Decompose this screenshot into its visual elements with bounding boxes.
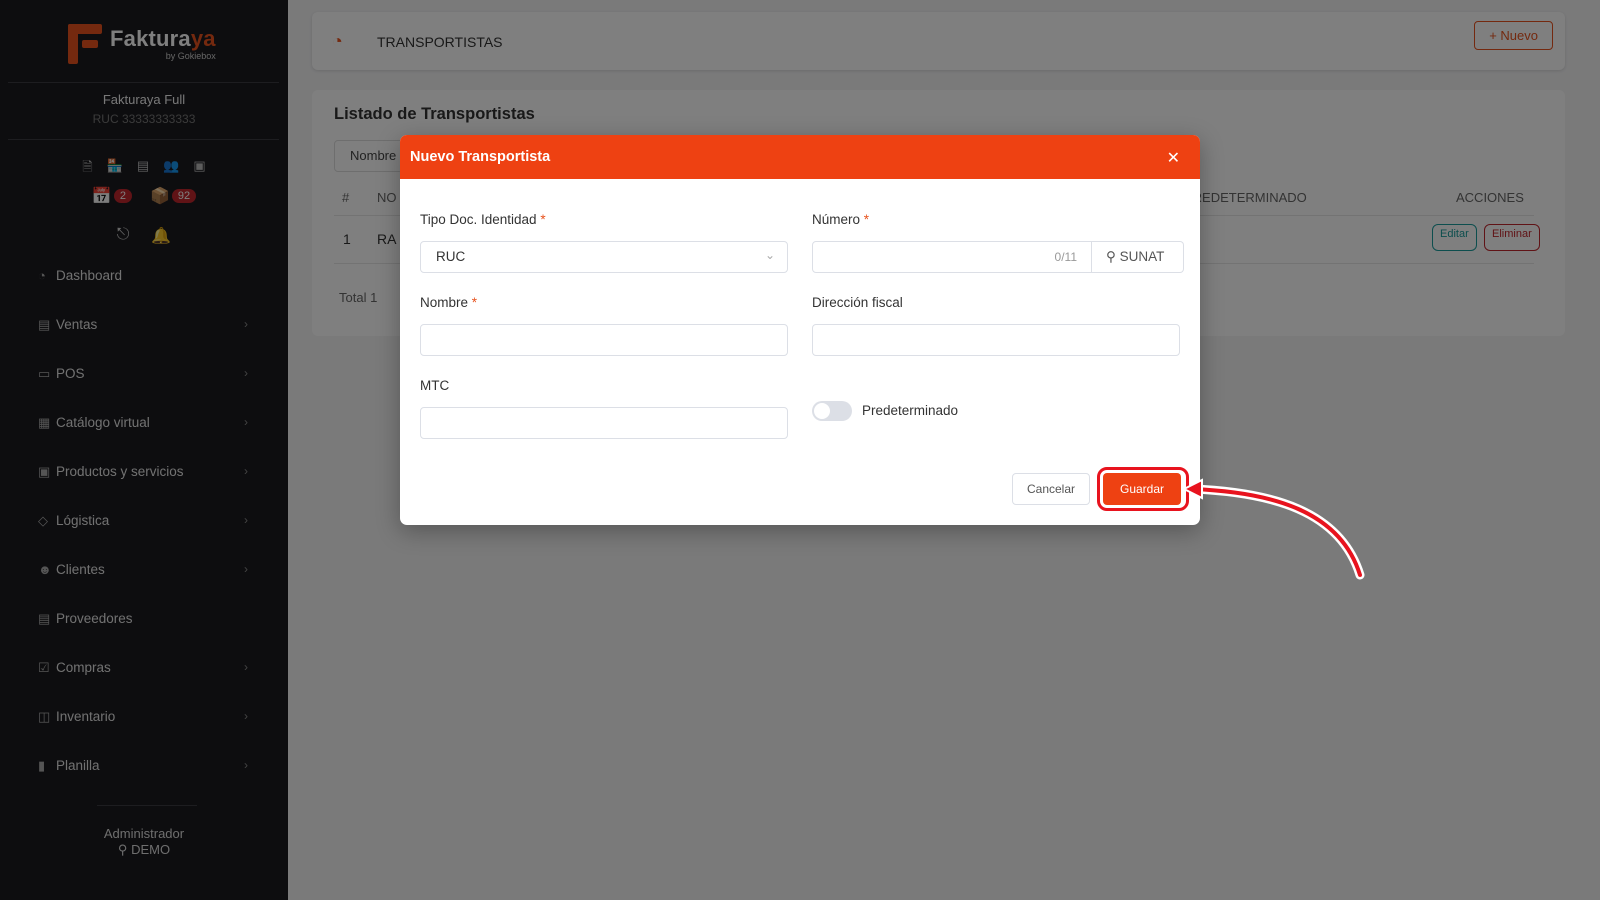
dialog-title: Nuevo Transportista [410,149,551,165]
search-icon: ⚲ [1106,249,1116,264]
nombre-input[interactable] [420,324,788,356]
sunat-label: SUNAT [1119,249,1165,264]
annotation-arrow [1181,478,1365,580]
close-icon[interactable]: ✕ [1167,151,1180,167]
doc-type-value: RUC [436,249,466,264]
save-button[interactable]: Guardar [1103,473,1181,505]
numero-label: Número * [812,212,870,227]
numero-input[interactable]: 0/11 [812,241,1092,273]
new-carrier-dialog: Nuevo Transportista ✕ Tipo Doc. Identida… [400,135,1200,525]
chevron-down-icon: ⌄ [764,248,775,262]
direccion-label: Dirección fiscal [812,295,903,310]
sunat-button[interactable]: ⚲ SUNAT [1092,241,1184,273]
predeterminado-label: Predeterminado [862,403,959,418]
dialog-header: Nuevo Transportista ✕ [400,135,1200,179]
doc-type-label: Tipo Doc. Identidad * [420,212,546,227]
mtc-label: MTC [420,378,450,393]
predeterminado-toggle[interactable] [812,401,852,421]
doc-type-select[interactable]: RUC ⌄ [420,241,788,273]
mtc-input[interactable] [420,407,788,439]
direccion-input[interactable] [812,324,1180,356]
numero-counter: 0/11 [1054,250,1077,264]
nombre-label: Nombre * [420,295,478,310]
cancel-button[interactable]: Cancelar [1012,473,1090,505]
